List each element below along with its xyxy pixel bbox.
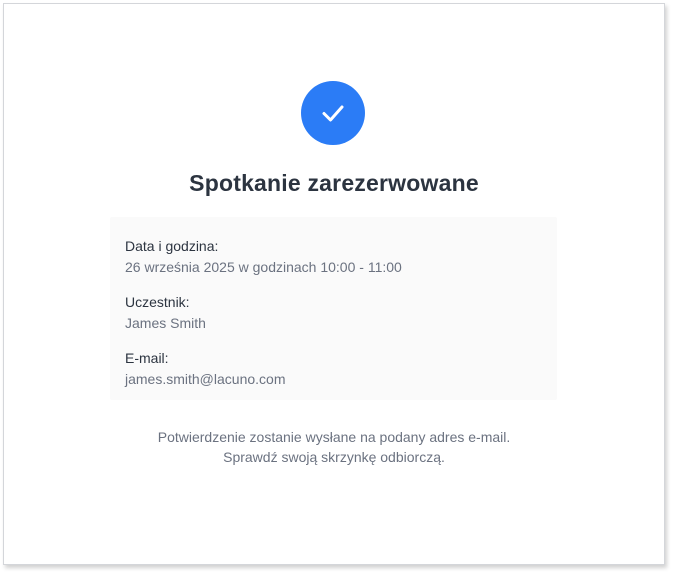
email-field: E-mail: james.smith@lacuno.com — [125, 349, 286, 389]
check-icon — [322, 105, 344, 122]
booking-details-panel: Data i godzina: 26 września 2025 w godzi… — [110, 217, 557, 400]
note-line-1: Potwierdzenie zostanie wysłane na podany… — [157, 429, 511, 445]
confirmation-note: Potwierdzenie zostanie wysłane na podany… — [4, 427, 664, 467]
email-label: E-mail: — [125, 350, 169, 366]
participant-label: Uczestnik: — [125, 294, 190, 310]
email-value: james.smith@lacuno.com — [125, 371, 286, 387]
confirmation-dialog: Spotkanie zarezerwowane Data i godzina: … — [3, 3, 665, 565]
datetime-value: 26 września 2025 w godzinach 10:00 - 11:… — [125, 259, 402, 275]
page-title: Spotkanie zarezerwowane — [189, 170, 479, 196]
participant-field: Uczestnik: James Smith — [125, 293, 206, 333]
datetime-label: Data i godzina: — [125, 238, 219, 254]
datetime-field: Data i godzina: 26 września 2025 w godzi… — [125, 237, 402, 277]
success-check-icon — [301, 81, 365, 145]
note-line-2: Sprawdź swoją skrzynkę odbiorczą. — [223, 449, 445, 465]
participant-value: James Smith — [125, 315, 206, 331]
